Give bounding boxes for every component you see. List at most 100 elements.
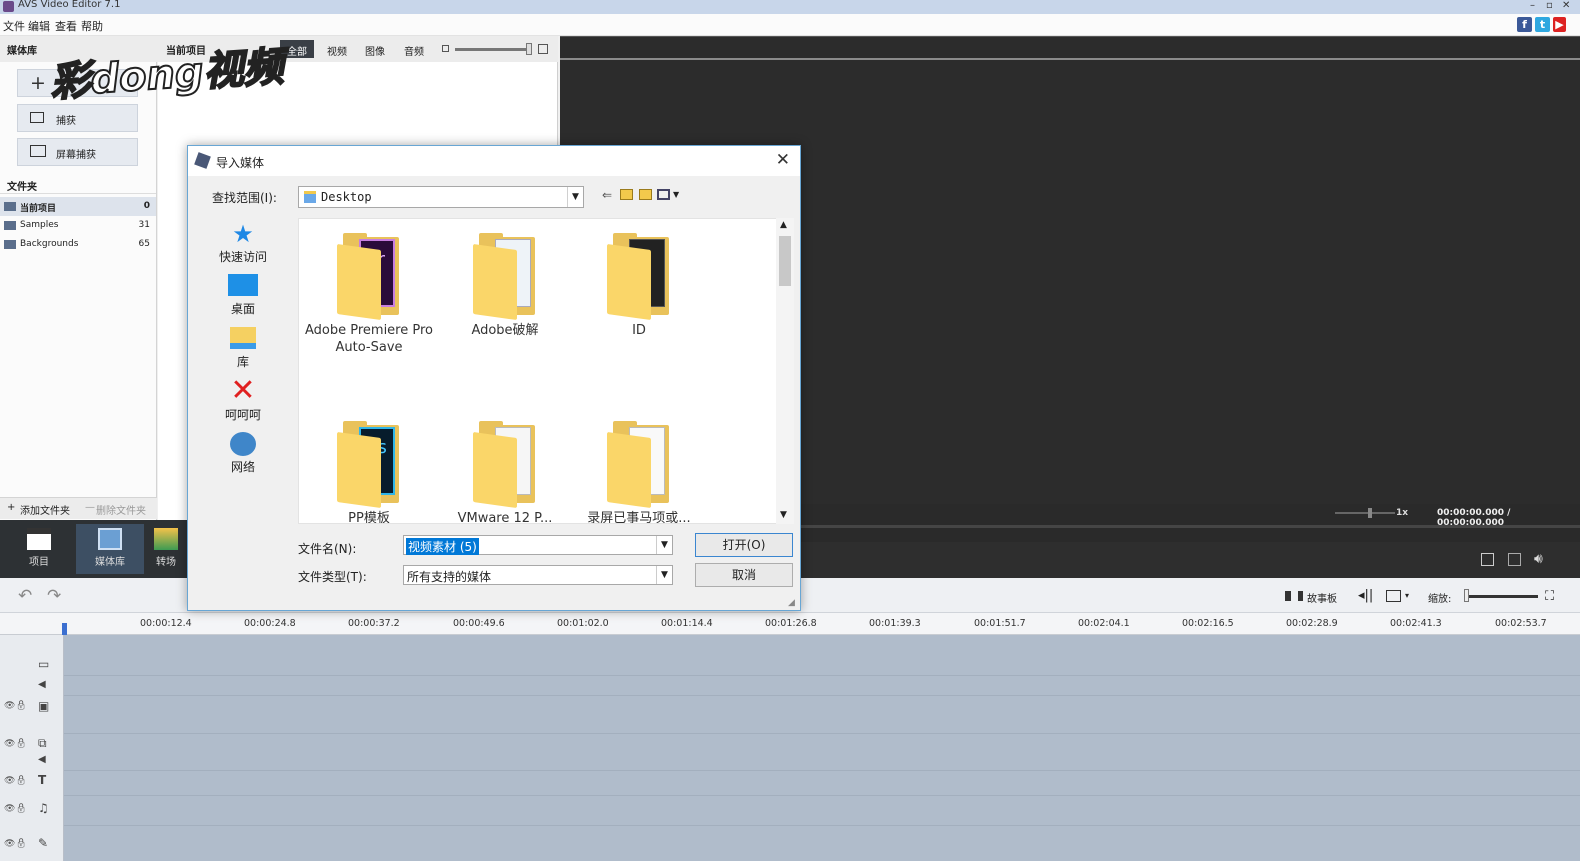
detach-icon[interactable] bbox=[1508, 553, 1521, 566]
close-icon[interactable]: ✕ bbox=[1562, 0, 1570, 11]
folders-header: 文件夹 bbox=[0, 174, 156, 194]
chevron-down-icon[interactable]: ▼ bbox=[673, 190, 679, 199]
filter-image-tab[interactable]: 图像 bbox=[358, 40, 392, 58]
menu-bar: 文件 编辑 查看 帮助 bbox=[0, 14, 1580, 36]
ruler-tick: 00:02:16.5 bbox=[1182, 618, 1234, 629]
maximize-icon[interactable]: ▫ bbox=[1546, 0, 1553, 11]
open-button[interactable]: 打开(O) bbox=[695, 533, 793, 557]
scroll-down-icon[interactable]: ▼ bbox=[780, 510, 787, 520]
nav-transitions[interactable]: 转场 bbox=[146, 524, 186, 574]
place-network[interactable]: 网络 bbox=[214, 432, 272, 475]
nav-project[interactable]: 项目 bbox=[5, 524, 73, 574]
menu-view[interactable]: 查看 bbox=[55, 18, 77, 34]
scroll-up-icon[interactable]: ▲ bbox=[780, 220, 787, 230]
dialog-title: 导入媒体 bbox=[216, 156, 265, 170]
back-arrow-icon[interactable]: ⇐ bbox=[602, 188, 612, 202]
menu-edit[interactable]: 编辑 bbox=[28, 18, 50, 34]
file-item[interactable]: VMware 12 P... bbox=[437, 421, 573, 523]
screen-capture-button[interactable]: 屏幕捕获 bbox=[17, 138, 138, 166]
volume-icon[interactable]: 🔊︎ bbox=[1534, 551, 1543, 567]
undo-icon[interactable]: ↶ bbox=[18, 586, 32, 606]
folder-samples[interactable]: Samples 31 bbox=[0, 216, 156, 235]
file-item[interactable]: ID bbox=[571, 233, 707, 339]
filter-all-tab[interactable]: 全部 bbox=[280, 40, 314, 58]
filter-audio-tab[interactable]: 音频 bbox=[397, 40, 431, 58]
chevron-down-icon[interactable]: ▼ bbox=[656, 566, 672, 584]
large-thumb-icon[interactable] bbox=[538, 44, 548, 54]
nav-media-library[interactable]: 媒体库 bbox=[76, 524, 144, 574]
file-item[interactable]: Pr Adobe Premiere Pro Auto-Save bbox=[301, 233, 437, 356]
capture-button[interactable]: 捕获 bbox=[17, 104, 138, 132]
chevron-down-icon[interactable]: ▾ bbox=[1405, 591, 1409, 600]
chevron-down-icon[interactable]: ▼ bbox=[656, 536, 672, 554]
menu-help[interactable]: 帮助 bbox=[81, 18, 103, 34]
fit-icon[interactable]: ⛶ bbox=[1545, 589, 1554, 604]
twitter-icon[interactable]: t bbox=[1535, 17, 1550, 32]
place-quick-access[interactable]: ★ 快速访问 bbox=[214, 220, 272, 265]
new-folder-icon[interactable] bbox=[639, 189, 652, 200]
delete-folder-minus-icon: — bbox=[85, 502, 95, 513]
dialog-close-icon[interactable]: ✕ bbox=[776, 150, 790, 170]
place-desktop[interactable]: 桌面 bbox=[214, 274, 272, 317]
plus-icon: + bbox=[30, 72, 46, 94]
folder-backgrounds[interactable]: Backgrounds 65 bbox=[0, 235, 156, 254]
playhead-marker[interactable] bbox=[62, 623, 67, 635]
timeline-ruler[interactable]: 00:00:12.4 00:00:24.8 00:00:37.2 00:00:4… bbox=[0, 613, 1580, 635]
place-hehehe[interactable]: ✕ 呵呵呵 bbox=[214, 376, 272, 423]
file-list-scrollbar[interactable]: ▲ ▼ bbox=[776, 218, 794, 524]
eye-lock-icon[interactable]: 👁︎🔒︎ bbox=[4, 776, 27, 786]
eye-lock-icon[interactable]: 👁︎🔒︎ bbox=[4, 701, 27, 711]
effect-track-icon: ▣ bbox=[38, 699, 50, 713]
display-icon[interactable] bbox=[1386, 590, 1401, 602]
thumb-size-slider[interactable] bbox=[455, 48, 531, 51]
filetype-select[interactable]: 所有支持的媒体 ▼ bbox=[403, 565, 673, 585]
add-folder-button[interactable]: 添加文件夹 bbox=[20, 502, 70, 517]
timeline-tracks[interactable] bbox=[64, 635, 1580, 861]
app-logo-icon bbox=[3, 1, 14, 12]
delete-folder-button[interactable]: 删除文件夹 bbox=[96, 502, 146, 517]
scroll-thumb[interactable] bbox=[779, 236, 791, 286]
cancel-button[interactable]: 取消 bbox=[695, 563, 793, 587]
file-item[interactable]: Ps PP模板 bbox=[301, 421, 437, 523]
storyboard-button[interactable]: 故事板 bbox=[1307, 590, 1337, 605]
eye-lock-icon[interactable]: 👁︎🔒︎ bbox=[4, 804, 27, 814]
eye-lock-icon[interactable]: 👁︎🔒︎ bbox=[4, 839, 27, 849]
redo-icon[interactable]: ↷ bbox=[47, 586, 61, 606]
filename-input[interactable]: 视频素材 (5) ▼ bbox=[403, 535, 673, 555]
folder-icon bbox=[607, 421, 671, 509]
file-list[interactable]: Pr Adobe Premiere Pro Auto-Save Adobe破解 … bbox=[298, 218, 794, 524]
small-thumb-icon[interactable] bbox=[442, 45, 449, 52]
file-item[interactable]: 录屏已事马项或... bbox=[571, 421, 707, 523]
eye-lock-icon[interactable]: 👁︎🔒︎ bbox=[4, 739, 27, 749]
place-label: 桌面 bbox=[230, 302, 255, 316]
up-folder-icon[interactable] bbox=[620, 189, 633, 200]
minimize-icon[interactable]: – bbox=[1530, 0, 1535, 11]
youtube-icon[interactable]: ▶ bbox=[1553, 17, 1566, 32]
zoom-slider-handle[interactable] bbox=[1464, 589, 1469, 602]
preview-divider bbox=[560, 58, 1580, 60]
nav-media-label: 媒体库 bbox=[95, 557, 125, 568]
facebook-icon[interactable]: f bbox=[1517, 17, 1532, 32]
folder-current-project[interactable]: 当前项目 0 bbox=[0, 197, 156, 216]
star-icon: ★ bbox=[232, 220, 254, 248]
mute-icon[interactable]: ◀ bbox=[38, 679, 46, 690]
ruler-tick: 00:00:12.4 bbox=[140, 618, 192, 629]
menu-file[interactable]: 文件 bbox=[3, 18, 25, 34]
mute-icon[interactable]: ◀ bbox=[38, 754, 46, 765]
look-in-combo[interactable]: Desktop ▼ bbox=[298, 186, 584, 208]
speed-slider[interactable] bbox=[1335, 512, 1395, 514]
filter-video-tab[interactable]: 视频 bbox=[320, 40, 354, 58]
slider-handle[interactable] bbox=[526, 43, 532, 55]
folder-actions: + 添加文件夹 — 删除文件夹 bbox=[0, 497, 157, 519]
place-library[interactable]: 库 bbox=[214, 327, 272, 370]
file-item[interactable]: Adobe破解 bbox=[437, 233, 573, 339]
speed-slider-handle[interactable] bbox=[1368, 508, 1372, 518]
ruler-tick: 00:00:37.2 bbox=[348, 618, 400, 629]
zoom-slider[interactable] bbox=[1466, 595, 1538, 598]
snapshot-icon[interactable] bbox=[1481, 553, 1494, 566]
audio-edit-icon[interactable]: ◂|| bbox=[1358, 588, 1373, 603]
resize-grip-icon[interactable]: ◢ bbox=[788, 598, 795, 608]
ruler-tick: 00:01:39.3 bbox=[869, 618, 921, 629]
view-menu-icon[interactable] bbox=[657, 189, 670, 200]
file-name: Adobe Premiere Pro Auto-Save bbox=[304, 323, 433, 355]
